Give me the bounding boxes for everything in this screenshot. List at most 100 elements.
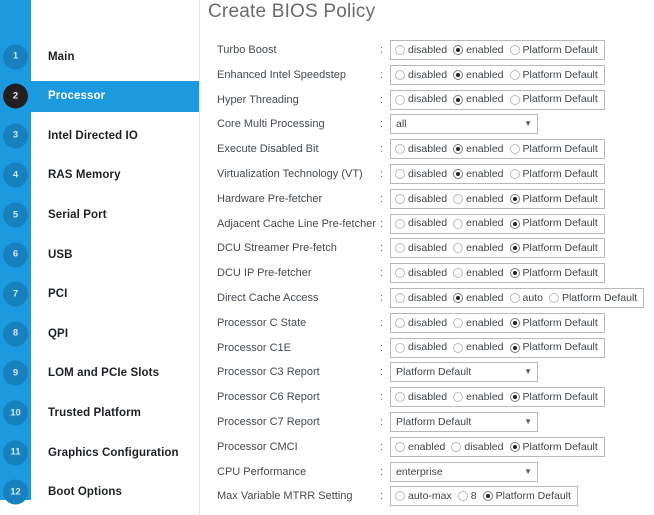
radio-unselected-icon[interactable] <box>395 94 405 105</box>
radio-option[interactable]: Platform Default <box>509 268 598 279</box>
radio-option[interactable]: Platform Default <box>509 392 598 403</box>
radio-option[interactable]: enabled <box>453 45 504 56</box>
radio-option[interactable]: enabled <box>453 342 504 353</box>
radio-option[interactable]: Platform Default <box>509 69 598 81</box>
radio-unselected-icon[interactable] <box>395 144 405 155</box>
radio-option[interactable]: disabled <box>395 318 447 329</box>
radio-option[interactable]: disabled <box>395 293 447 304</box>
radio-option[interactable]: Platform Default <box>548 292 637 304</box>
radio-option[interactable]: auto <box>509 292 543 304</box>
chevron-down-icon[interactable]: ▼ <box>524 120 532 128</box>
radio-unselected-icon[interactable] <box>457 491 468 502</box>
radio-unselected-icon[interactable] <box>453 392 464 403</box>
radio-option[interactable]: disabled <box>395 218 447 229</box>
sidebar-item-lom-and-pcie-slots[interactable]: 9 LOM and PCIe Slots <box>0 358 199 389</box>
radio-unselected-icon[interactable] <box>395 69 405 80</box>
chevron-down-icon[interactable]: ▼ <box>524 467 532 476</box>
radio-option[interactable]: disabled <box>395 45 447 56</box>
sidebar-item-trusted-platform[interactable]: 10 Trusted Platform <box>0 397 199 428</box>
radio-unselected-icon[interactable] <box>509 144 520 155</box>
radio-option[interactable]: disabled <box>395 392 447 403</box>
sidebar-item-intel-directed-io[interactable]: 3 Intel Directed IO <box>0 120 199 151</box>
radio-option[interactable]: Platform Default <box>509 218 598 229</box>
radio-selected-icon[interactable] <box>453 292 464 303</box>
sidebar-item-graphics-configuration[interactable]: 11 Graphics Configuration <box>0 437 199 468</box>
radio-option[interactable]: Platform Default <box>482 491 571 502</box>
radio-option[interactable]: enabled <box>453 392 504 403</box>
radio-option[interactable]: enabled <box>453 268 504 279</box>
radio-selected-icon[interactable] <box>453 168 464 179</box>
radio-unselected-icon[interactable] <box>453 317 464 328</box>
radio-unselected-icon[interactable] <box>395 392 405 403</box>
radio-unselected-icon[interactable] <box>451 441 462 452</box>
radio-option[interactable]: enabled <box>453 69 504 81</box>
dropdown-select[interactable]: Platform Default ▼ <box>390 362 538 383</box>
radio-unselected-icon[interactable] <box>395 218 405 229</box>
radio-option[interactable]: enabled <box>453 218 504 229</box>
radio-selected-icon[interactable] <box>509 441 520 452</box>
radio-selected-icon[interactable] <box>453 144 464 155</box>
sidebar-item-ras-memory[interactable]: 4 RAS Memory <box>0 160 199 191</box>
radio-option[interactable]: enabled <box>453 292 504 304</box>
sidebar-item-processor[interactable]: 2 Processor <box>0 80 199 112</box>
radio-option[interactable]: enabled <box>453 168 504 180</box>
radio-unselected-icon[interactable] <box>509 168 520 179</box>
radio-option[interactable]: disabled <box>451 441 504 453</box>
radio-unselected-icon[interactable] <box>453 268 464 279</box>
sidebar-item-boot-options[interactable]: 12 Boot Options <box>0 477 199 508</box>
radio-unselected-icon[interactable] <box>509 45 520 55</box>
radio-option[interactable]: Platform Default <box>509 317 598 329</box>
radio-selected-icon[interactable] <box>509 243 520 254</box>
radio-unselected-icon[interactable] <box>395 268 405 279</box>
radio-unselected-icon[interactable] <box>548 292 559 303</box>
radio-selected-icon[interactable] <box>453 45 464 55</box>
radio-option[interactable]: disabled <box>395 243 447 254</box>
radio-option[interactable]: 8 <box>457 491 477 502</box>
radio-option[interactable]: enabled <box>453 243 504 254</box>
radio-selected-icon[interactable] <box>509 317 520 328</box>
radio-selected-icon[interactable] <box>482 491 493 502</box>
dropdown-select[interactable]: Platform Default ▼ <box>390 411 538 432</box>
radio-option[interactable]: Platform Default <box>509 342 598 353</box>
radio-unselected-icon[interactable] <box>395 243 405 254</box>
sidebar-item-usb[interactable]: 6 USB <box>0 239 199 270</box>
radio-option[interactable]: disabled <box>395 70 447 81</box>
radio-selected-icon[interactable] <box>453 69 464 80</box>
chevron-down-icon[interactable]: ▼ <box>524 417 532 426</box>
radio-option[interactable]: enabled <box>453 94 504 105</box>
sidebar-item-qpi[interactable]: 8 QPI <box>0 318 199 349</box>
radio-unselected-icon[interactable] <box>453 218 464 229</box>
radio-unselected-icon[interactable] <box>453 243 464 254</box>
radio-unselected-icon[interactable] <box>395 491 405 502</box>
radio-unselected-icon[interactable] <box>395 168 405 179</box>
radio-option[interactable]: Platform Default <box>509 441 598 453</box>
radio-selected-icon[interactable] <box>509 193 520 204</box>
radio-unselected-icon[interactable] <box>395 45 405 55</box>
chevron-down-icon[interactable]: ▼ <box>524 368 532 376</box>
radio-option[interactable]: enabled <box>453 317 504 329</box>
radio-unselected-icon[interactable] <box>395 292 405 303</box>
dropdown-select[interactable]: all ▼ <box>390 114 538 135</box>
dropdown-select[interactable]: enterprise ▼ <box>390 461 538 482</box>
radio-option[interactable]: Platform Default <box>509 193 598 205</box>
radio-unselected-icon[interactable] <box>509 292 520 303</box>
radio-option[interactable]: disabled <box>395 169 447 180</box>
radio-unselected-icon[interactable] <box>453 193 464 204</box>
radio-unselected-icon[interactable] <box>395 342 405 353</box>
radio-selected-icon[interactable] <box>509 218 520 229</box>
radio-unselected-icon[interactable] <box>509 69 520 80</box>
radio-unselected-icon[interactable] <box>395 193 405 204</box>
sidebar-item-main[interactable]: 1 Main <box>0 41 199 72</box>
radio-option[interactable]: Platform Default <box>509 243 598 254</box>
radio-option[interactable]: enabled <box>453 193 504 205</box>
sidebar-item-pci[interactable]: 7 PCI <box>0 279 199 310</box>
radio-unselected-icon[interactable] <box>395 441 405 452</box>
radio-option[interactable]: Platform Default <box>509 94 598 105</box>
radio-unselected-icon[interactable] <box>395 317 405 328</box>
radio-unselected-icon[interactable] <box>453 342 464 353</box>
radio-unselected-icon[interactable] <box>509 94 520 105</box>
radio-option[interactable]: Platform Default <box>509 144 598 155</box>
radio-option[interactable]: Platform Default <box>509 168 598 180</box>
radio-selected-icon[interactable] <box>453 94 464 105</box>
radio-option[interactable]: disabled <box>395 342 447 353</box>
